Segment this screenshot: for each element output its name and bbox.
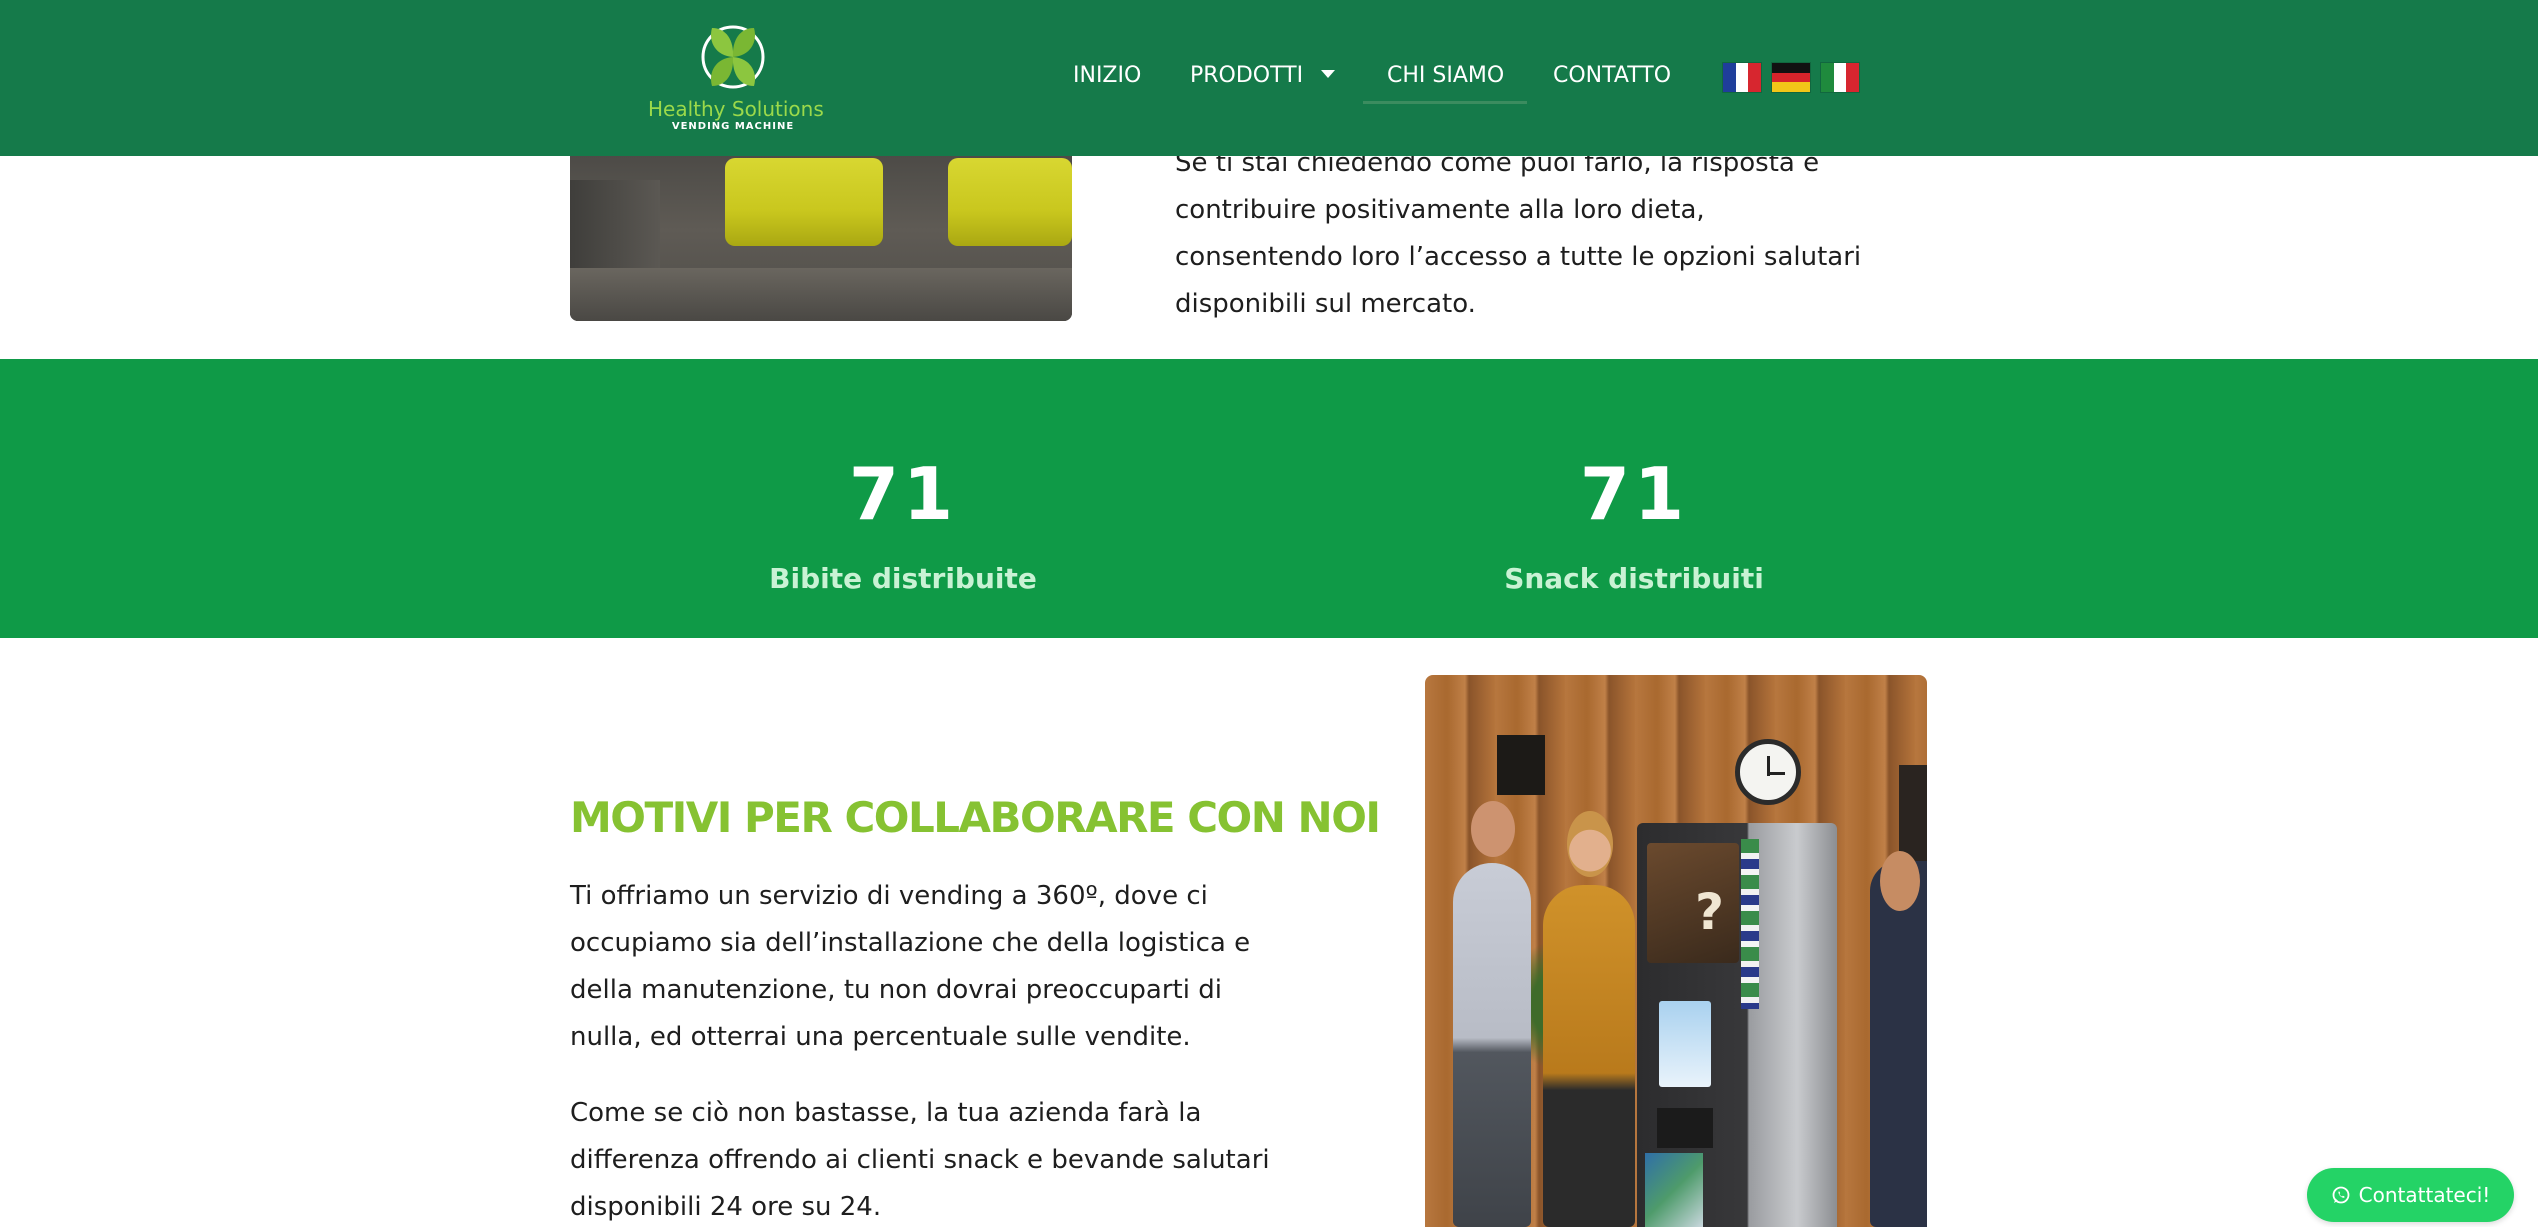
logo-tagline: VENDING MACHINE (671, 121, 795, 132)
counters-band: 71 Bibite distribuite 71 Snack distribui… (0, 359, 2538, 638)
reasons-title: MOTIVI PER COLLABORARE CON NOI (570, 793, 1381, 842)
logo-name: Healthy Solutions (648, 97, 824, 121)
vending-machine: ? (1637, 823, 1837, 1227)
person (1453, 801, 1531, 1227)
person (1543, 811, 1635, 1227)
person (1870, 851, 1927, 1227)
vending-machine-image: ? (1425, 675, 1927, 1227)
contact-button[interactable]: Contattateci! (2307, 1168, 2514, 1222)
cushion (725, 158, 883, 246)
flag-germany-icon[interactable] (1771, 62, 1811, 93)
whatsapp-icon (2332, 1186, 2350, 1204)
counter-value: 71 (848, 452, 958, 536)
logo[interactable]: Healthy Solutions VENDING MACHINE (648, 20, 824, 138)
nav-item-prodotti-label: PRODOTTI (1190, 63, 1304, 88)
intro-paragraph: Se ti stai chiedendo come puoi farlo, la… (1175, 148, 1862, 319)
active-nav-indicator (1363, 101, 1527, 104)
leaf-logo-icon (701, 25, 765, 89)
reasons-paragraph: Ti offriamo un servizio di vending a 360… (570, 881, 1251, 1052)
clock-icon (1735, 739, 1801, 805)
counter-label: Bibite distribuite (769, 562, 1037, 595)
site-header: Healthy Solutions VENDING MACHINE INIZIO… (0, 0, 2538, 156)
flag-italy-icon[interactable] (1820, 62, 1860, 93)
cushion (948, 158, 1072, 246)
chevron-down-icon (1321, 70, 1336, 78)
contact-button-label: Contattateci! (2358, 1183, 2491, 1207)
nav-item-contatto[interactable]: CONTATTO (1553, 61, 1671, 91)
page: Healthy Solutions VENDING MACHINE INIZIO… (0, 0, 2538, 1227)
reasons-paragraph: Come se ciò non bastasse, la tua azienda… (570, 1098, 1270, 1222)
counter-label: Snack distribuiti (1504, 562, 1764, 595)
lounge-sofa-image (570, 156, 1072, 321)
counter-value: 71 (1579, 452, 1689, 536)
nav-item-chi-siamo[interactable]: CHI SIAMO (1387, 61, 1504, 91)
nav-item-inizio[interactable]: INIZIO (1073, 61, 1141, 91)
flag-france-icon[interactable] (1722, 62, 1762, 93)
nav-item-prodotti[interactable]: PRODOTTI (1190, 61, 1336, 91)
